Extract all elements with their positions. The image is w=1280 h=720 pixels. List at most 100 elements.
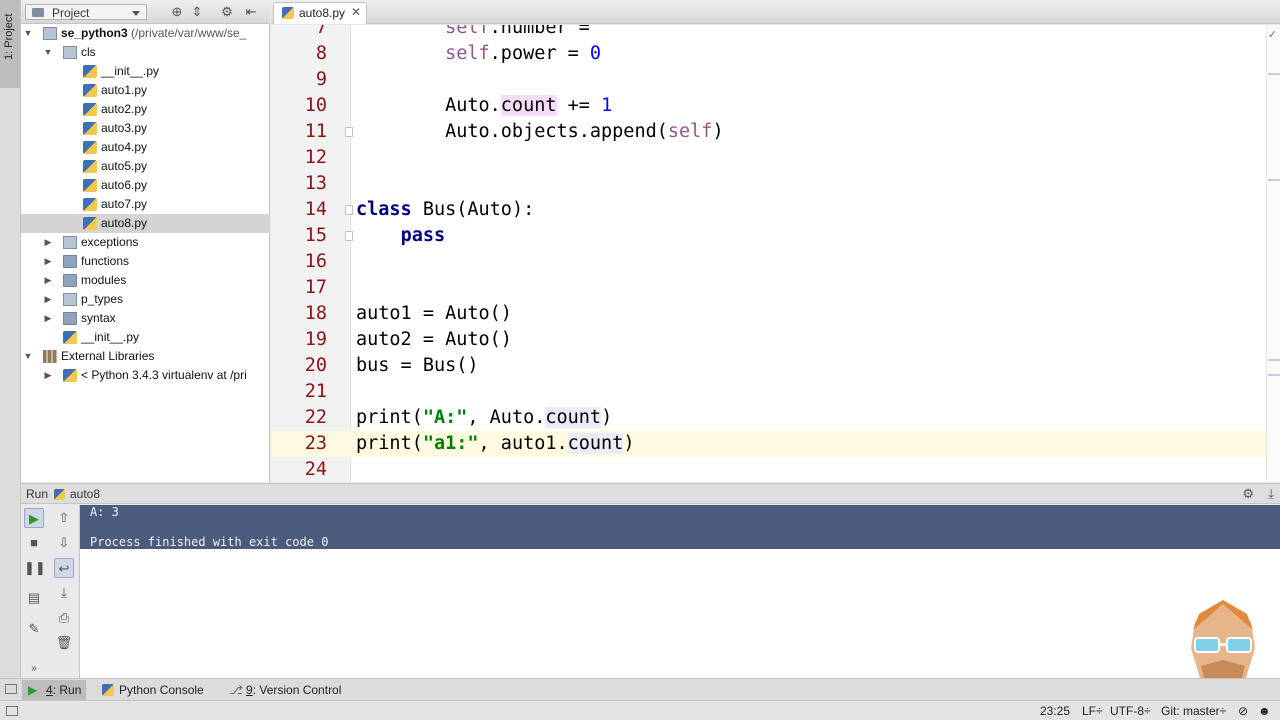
tab-run[interactable]: ▶ 4: Run: [22, 680, 86, 700]
expand-closed-icon[interactable]: ▶: [43, 252, 53, 271]
expand-closed-icon[interactable]: ▶: [43, 290, 53, 309]
code-line[interactable]: 15 pass: [271, 223, 1280, 249]
expand-closed-icon[interactable]: ▶: [43, 271, 53, 290]
tool-windows-icon[interactable]: [6, 706, 18, 716]
tree-item[interactable]: ▼ cls: [21, 43, 270, 62]
expand-open-icon[interactable]: ▼: [43, 43, 53, 62]
tree-item[interactable]: ▶ functions: [21, 252, 270, 271]
fold-marker[interactable]: [345, 231, 353, 241]
tree-item[interactable]: auto4.py: [21, 138, 270, 157]
arrow-up-icon[interactable]: ⇧: [54, 508, 74, 528]
run-config-name: auto8: [70, 487, 101, 501]
line-number: 13: [304, 173, 327, 194]
code-editor[interactable]: 7 self.number = 8 self.power = 0 9 10 Auto…: [271, 25, 1280, 482]
tree-item[interactable]: ▶ modules: [21, 271, 270, 290]
code-text: print("a1:", auto1.count): [356, 433, 635, 454]
code-line[interactable]: 8 self.power = 0: [271, 41, 1280, 67]
tree-item[interactable]: ▼ se_python3 (/private/var/www/se_: [21, 24, 270, 43]
rerun-button[interactable]: ▶: [24, 508, 44, 528]
project-view-dropdown[interactable]: Project: [25, 4, 147, 20]
git-branch[interactable]: Git: master÷: [1161, 704, 1226, 718]
gear-icon[interactable]: ⚙: [219, 4, 235, 20]
tree-item[interactable]: auto7.py: [21, 195, 270, 214]
gear-icon[interactable]: ⚙: [1242, 486, 1254, 502]
expand-open-icon[interactable]: ▼: [23, 347, 33, 366]
close-icon[interactable]: ✕: [351, 5, 361, 19]
fold-marker[interactable]: [345, 127, 353, 137]
hide-panel-icon[interactable]: ⤓: [1268, 486, 1274, 502]
more-icon[interactable]: »: [24, 659, 44, 679]
line-number: 22: [304, 407, 327, 428]
code-line[interactable]: 7 self.number =: [271, 25, 1280, 41]
lock-icon[interactable]: ⊘: [1238, 704, 1248, 718]
code-line[interactable]: 20 bus = Bus(): [271, 353, 1280, 379]
locate-icon[interactable]: ⊕: [169, 4, 185, 20]
code-line[interactable]: 21: [271, 379, 1280, 405]
line-number: 21: [304, 381, 327, 402]
expand-closed-icon[interactable]: ▶: [43, 366, 53, 385]
project-view-label: Project: [52, 6, 90, 20]
caret-position[interactable]: 23:25: [1040, 704, 1070, 718]
hide-panel-icon[interactable]: ⇤: [243, 4, 259, 20]
code-line[interactable]: 12: [271, 145, 1280, 171]
trash-icon[interactable]: 🗑: [54, 633, 74, 653]
pause-button[interactable]: ❚❚: [24, 558, 46, 578]
code-line[interactable]: 23 print("a1:", auto1.count): [271, 431, 1280, 457]
code-line[interactable]: 17: [271, 275, 1280, 301]
tree-item[interactable]: __init__.py: [21, 328, 270, 347]
tree-item[interactable]: auto8.py: [21, 214, 270, 233]
tab-python-console[interactable]: Python Console: [98, 680, 214, 700]
folder-icon: [63, 274, 77, 287]
toggle-tool-windows-icon[interactable]: [5, 684, 17, 694]
code-line[interactable]: 9: [271, 67, 1280, 93]
code-line[interactable]: 22 print("A:", Auto.count): [271, 405, 1280, 431]
tree-item[interactable]: ▶ < Python 3.4.3 virtualenv at /pri: [21, 366, 270, 385]
inspector-icon[interactable]: ☻: [1258, 704, 1271, 718]
arrow-down-icon[interactable]: ⇩: [54, 533, 74, 553]
run-console[interactable]: A: 3 Process finished with exit code 0: [80, 505, 1280, 678]
pin-icon[interactable]: ✎: [24, 619, 44, 639]
file-encoding[interactable]: UTF-8÷: [1110, 704, 1151, 718]
editor-scrollbar[interactable]: ✓: [1266, 25, 1280, 482]
python-console-icon: [102, 684, 114, 696]
code-line[interactable]: 14 class Bus(Auto):: [271, 197, 1280, 223]
collapse-icon[interactable]: ⇕: [189, 4, 205, 20]
tree-item[interactable]: ▶ exceptions: [21, 233, 270, 252]
tree-item[interactable]: ▶ syntax: [21, 309, 270, 328]
code-line[interactable]: 11 Auto.objects.append(self): [271, 119, 1280, 145]
tree-item[interactable]: ▼ External Libraries: [21, 347, 270, 366]
code-line[interactable]: 24: [271, 457, 1280, 482]
tree-item-label: __init__.py: [81, 330, 140, 344]
line-separator[interactable]: LF÷: [1082, 704, 1103, 718]
run-toolbar: ▶ ■ ❚❚ ▤ ✎ » ⇧ ⇩ ↩ ⤓ ⎙ 🗑: [21, 505, 80, 678]
scroll-marker: [1268, 374, 1280, 376]
restore-layout-button[interactable]: ▤: [24, 588, 44, 608]
tree-item[interactable]: auto3.py: [21, 119, 270, 138]
soft-wrap-button[interactable]: ↩: [54, 558, 74, 578]
line-number: 10: [304, 95, 327, 116]
code-line[interactable]: 13: [271, 171, 1280, 197]
expand-closed-icon[interactable]: ▶: [43, 233, 53, 252]
print-icon[interactable]: ⎙: [54, 608, 74, 628]
code-line[interactable]: 16: [271, 249, 1280, 275]
tab-version-control[interactable]: ⎇ 9: Version Control: [226, 680, 356, 700]
expand-closed-icon[interactable]: ▶: [43, 309, 53, 328]
tree-item[interactable]: auto5.py: [21, 157, 270, 176]
tree-item[interactable]: __init__.py: [21, 62, 270, 81]
tree-item[interactable]: ▶ p_types: [21, 290, 270, 309]
stop-button[interactable]: ■: [24, 533, 44, 553]
expand-open-icon[interactable]: ▼: [23, 24, 33, 43]
code-line[interactable]: 18 auto1 = Auto(): [271, 301, 1280, 327]
fold-marker[interactable]: [345, 205, 353, 215]
code-line[interactable]: 10 Auto.count += 1: [271, 93, 1280, 119]
line-number: 24: [304, 459, 327, 480]
scroll-to-end-button[interactable]: ⤓: [54, 583, 74, 603]
tree-item[interactable]: auto2.py: [21, 100, 270, 119]
tab-auto8[interactable]: auto8.py ✕: [273, 2, 367, 24]
project-tool-tab[interactable]: 1: Project: [0, 0, 20, 88]
tree-item[interactable]: auto1.py: [21, 81, 270, 100]
line-number: 8: [315, 43, 327, 64]
tree-item[interactable]: auto6.py: [21, 176, 270, 195]
project-panel: Project ⊕ ⇕ ⚙ ⇤ ▼ se_python3 (/private/va…: [21, 0, 270, 482]
code-line[interactable]: 19 auto2 = Auto(): [271, 327, 1280, 353]
